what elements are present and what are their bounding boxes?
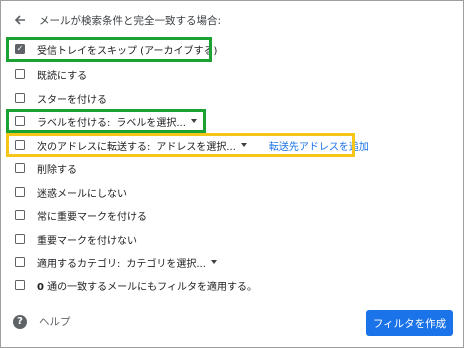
header-title: メールが検索条件と完全一致する場合: [39,14,222,27]
help-link[interactable]: ? ヘルプ [13,314,71,329]
always-important-label: 常に重要マークを付ける [37,211,147,223]
never-spam-label: 迷惑メールにしない [37,188,127,200]
chevron-down-icon [190,119,197,123]
delete-label: 削除する [37,164,77,176]
apply-to-matching-text: 0 通の一致するメールにもフィルタを適用する。 [37,278,257,293]
matching-count: 0 [37,281,44,293]
option-never-spam[interactable]: 迷惑メールにしない [15,182,127,202]
create-filter-button[interactable]: フィルタを作成 [366,310,453,336]
mark-as-read-label: 既読にする [37,70,88,82]
star-label: スターを付ける [37,94,107,106]
chevron-down-icon [240,143,247,147]
label-select-value: ラベルを選択... [116,117,186,129]
never-spam-checkbox[interactable] [15,187,25,197]
categorize-checkbox[interactable] [15,257,25,267]
forward-checkbox[interactable] [15,140,25,150]
chevron-down-icon [210,260,217,264]
add-forwarding-address-link[interactable]: 転送先アドレスを追加 [269,138,369,153]
skip-inbox-checkbox[interactable]: ✓ [15,44,25,54]
apply-label-label: ラベルを付ける: [37,117,111,129]
address-select-value: アドレスを選択... [156,141,236,153]
star-checkbox[interactable] [15,93,25,103]
apply-to-matching-label: 通の一致するメールにもフィルタを適用する。 [47,281,257,293]
option-forward[interactable]: 次のアドレスに転送する: アドレスを選択... 転送先アドレスを追加 [15,135,369,155]
option-apply-to-matching[interactable]: 0 通の一致するメールにもフィルタを適用する。 [15,275,257,295]
never-important-checkbox[interactable] [15,234,25,244]
option-skip-inbox[interactable]: ✓ 受信トレイをスキップ (アーカイブする) [15,39,217,59]
option-delete[interactable]: 削除する [15,158,77,178]
dialog-header: メールが検索条件と完全一致する場合: [11,9,221,31]
address-select-dropdown[interactable]: アドレスを選択... [156,138,247,153]
always-important-checkbox[interactable] [15,210,25,220]
never-important-label: 重要マークを付けない [37,235,137,247]
categorize-label: 適用するカテゴリ: [37,258,121,270]
category-select-value: カテゴリを選択... [126,258,206,270]
apply-label-checkbox[interactable] [15,116,25,126]
back-arrow-icon[interactable] [11,11,29,29]
option-never-important[interactable]: 重要マークを付けない [15,229,137,249]
option-categorize[interactable]: 適用するカテゴリ: カテゴリを選択... [15,252,217,272]
option-mark-as-read[interactable]: 既読にする [15,64,87,84]
category-select-dropdown[interactable]: カテゴリを選択... [126,255,217,270]
forward-label: 次のアドレスに転送する: [37,141,151,153]
label-select-dropdown[interactable]: ラベルを選択... [116,114,197,129]
mark-as-read-checkbox[interactable] [15,69,25,79]
filter-dialog: メールが検索条件と完全一致する場合: ✓ 受信トレイをスキップ (アーカイブする… [0,0,464,348]
option-star[interactable]: スターを付ける [15,88,107,108]
option-always-important[interactable]: 常に重要マークを付ける [15,205,147,225]
help-label: ヘルプ [39,316,71,328]
delete-checkbox[interactable] [15,163,25,173]
option-apply-label[interactable]: ラベルを付ける: ラベルを選択... [15,111,197,131]
skip-inbox-label: 受信トレイをスキップ (アーカイブする) [37,45,218,57]
apply-to-matching-checkbox[interactable] [15,280,25,290]
help-icon: ? [13,314,27,329]
